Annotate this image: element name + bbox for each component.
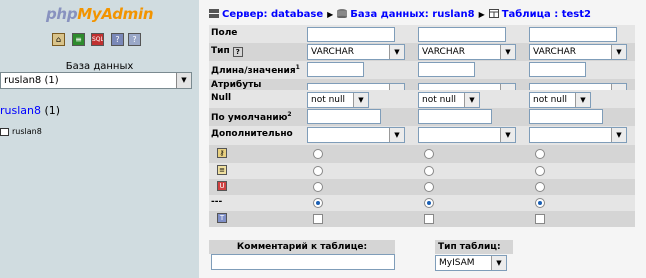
table-comment-input[interactable] <box>211 254 395 270</box>
table-link[interactable]: ruslan8 <box>0 127 42 136</box>
logout-icon[interactable]: ≡ <box>72 33 85 46</box>
field-extra-select[interactable]: ▼ <box>307 127 405 143</box>
field-attributes-select[interactable] <box>529 83 627 90</box>
row-fulltext: T <box>209 211 635 227</box>
chevron-down-icon: ▼ <box>575 93 590 107</box>
unique-icon: U <box>217 181 227 191</box>
server-icon <box>209 9 219 18</box>
chevron-down-icon: ▼ <box>464 93 479 107</box>
primary-key-radio[interactable] <box>424 149 434 159</box>
mysql-docs-icon[interactable]: ? <box>128 33 141 46</box>
database-label: База данных <box>65 61 134 72</box>
row-field-length: Длина/значения1 <box>209 61 635 79</box>
phpmyadmin-logo[interactable]: phpMyAdmin <box>46 5 154 23</box>
field-attributes-select[interactable] <box>307 83 405 90</box>
field-null-select[interactable]: not null ▼ <box>418 92 480 108</box>
unique-radio[interactable] <box>424 182 434 192</box>
main-frame: Сервер: database ▶ База данных: ruslan8 ▶ Та… <box>199 0 646 278</box>
breadcrumb-database[interactable]: База данных: ruslan8 <box>350 9 474 20</box>
field-length-input[interactable] <box>418 62 475 77</box>
table-comment-label: Комментарий к таблице: <box>209 240 395 254</box>
breadcrumb-server[interactable]: Сервер: database <box>222 9 323 20</box>
row-primary-key: ⚷ <box>209 145 635 163</box>
chevron-down-icon: ▼ <box>353 93 368 107</box>
field-extra-select[interactable]: ▼ <box>529 127 627 143</box>
breadcrumb: Сервер: database ▶ База данных: ruslan8 ▶ Та… <box>209 9 591 20</box>
no-index-radio[interactable] <box>535 198 545 208</box>
index-radio[interactable] <box>313 166 323 176</box>
primary-key-radio[interactable] <box>535 149 545 159</box>
field-type-select[interactable]: VARCHAR ▼ <box>418 44 516 60</box>
table-type-label: Тип таблиц:? <box>435 240 513 267</box>
database-link[interactable]: ruslan8 (1) <box>0 104 60 117</box>
field-null-select[interactable]: not null ▼ <box>307 92 369 108</box>
field-name-input[interactable] <box>307 27 395 42</box>
primary-key-radio[interactable] <box>313 149 323 159</box>
field-default-input[interactable] <box>307 109 381 124</box>
field-length-input[interactable] <box>529 62 586 77</box>
no-index-radio[interactable] <box>313 198 323 208</box>
sql-query-icon[interactable]: SQL <box>91 33 104 46</box>
primary-key-icon: ⚷ <box>217 148 227 158</box>
chevron-down-icon: ▼ <box>500 45 515 59</box>
chevron-down-icon[interactable]: ▼ <box>176 73 191 88</box>
fulltext-icon: T <box>217 213 227 223</box>
field-type-select[interactable]: VARCHAR ▼ <box>307 44 405 60</box>
breadcrumb-separator-icon: ▶ <box>478 10 485 19</box>
chevron-down-icon: ▼ <box>611 45 626 59</box>
index-radio[interactable] <box>424 166 434 176</box>
chevron-down-icon: ▼ <box>500 128 515 142</box>
field-length-input[interactable] <box>307 62 364 77</box>
row-field-default: По умолчанию2 <box>209 108 635 126</box>
table-icon <box>0 127 9 136</box>
table-engine-select[interactable]: MyISAM ▼ <box>435 255 507 271</box>
database-select[interactable]: ruslan8 (1) ▼ <box>0 72 192 89</box>
field-default-input[interactable] <box>418 109 492 124</box>
chevron-down-icon: ▼ <box>611 128 626 142</box>
field-name-input[interactable] <box>529 27 617 42</box>
field-attributes-select[interactable] <box>418 83 516 90</box>
row-field-type: Тип ? VARCHAR ▼ VARCHAR ▼ VARCHAR ▼ <box>209 43 635 61</box>
chevron-down-icon: ▼ <box>491 256 506 270</box>
breadcrumb-separator-icon: ▶ <box>327 10 334 19</box>
fulltext-checkbox[interactable] <box>313 214 323 224</box>
documentation-icon[interactable]: ? <box>111 33 124 46</box>
chevron-down-icon: ▼ <box>389 128 404 142</box>
help-icon[interactable]: ? <box>232 47 243 57</box>
row-index: ≡ <box>209 163 635 179</box>
field-default-input[interactable] <box>529 109 603 124</box>
home-icon[interactable]: ⌂ <box>52 33 65 46</box>
unique-radio[interactable] <box>535 182 545 192</box>
breadcrumb-table[interactable]: Таблица : test2 <box>502 9 591 20</box>
row-field-extra: Дополнительно ▼ ▼ ▼ <box>209 126 635 145</box>
chevron-down-icon: ▼ <box>389 45 404 59</box>
row-field-attributes: Атрибуты <box>209 79 635 90</box>
row-unique: U <box>209 179 635 195</box>
row-field-name: Поле <box>209 25 635 43</box>
database-icon <box>337 9 348 19</box>
table-icon <box>488 9 499 18</box>
fulltext-checkbox[interactable] <box>535 214 545 224</box>
field-name-input[interactable] <box>418 27 506 42</box>
field-type-select[interactable]: VARCHAR ▼ <box>529 44 627 60</box>
unique-radio[interactable] <box>313 182 323 192</box>
index-radio[interactable] <box>535 166 545 176</box>
index-icon: ≡ <box>217 165 227 175</box>
navigation-frame: phpMyAdmin ⌂ ≡ SQL ? ? База данных rusla… <box>0 0 199 278</box>
fulltext-checkbox[interactable] <box>424 214 434 224</box>
field-null-select[interactable]: not null ▼ <box>529 92 591 108</box>
row-no-index: --- <box>209 195 635 211</box>
field-extra-select[interactable]: ▼ <box>418 127 516 143</box>
row-field-null: Null not null ▼ not null ▼ not null ▼ <box>209 90 635 108</box>
no-index-radio[interactable] <box>424 198 434 208</box>
